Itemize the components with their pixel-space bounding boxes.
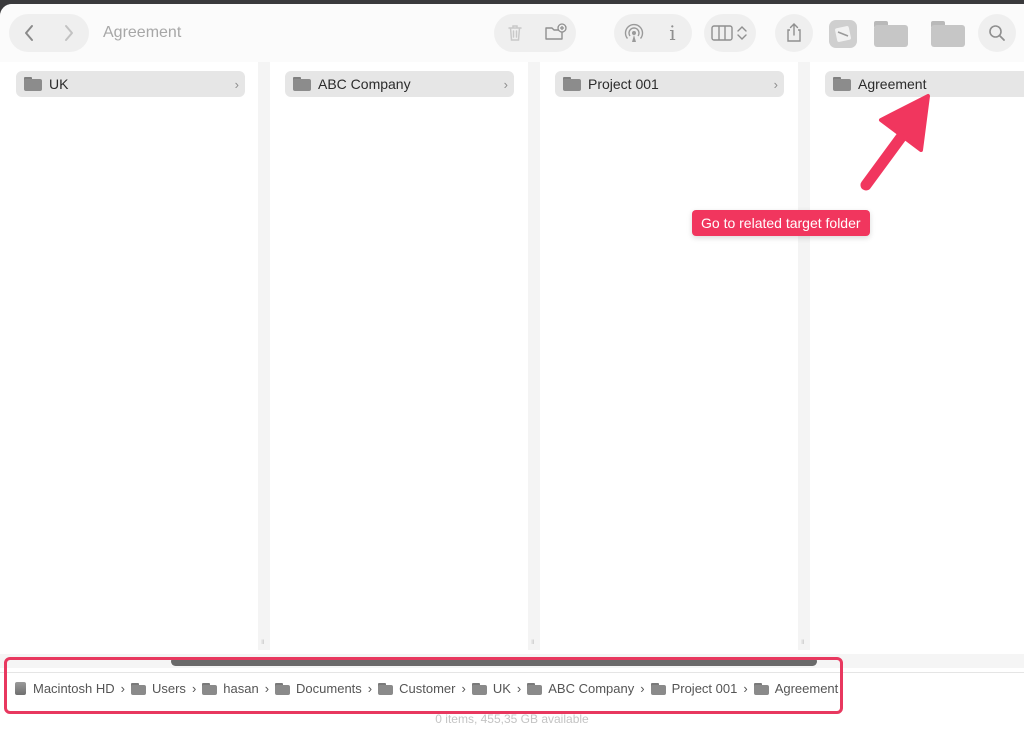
path-item-label: Customer: [399, 681, 456, 696]
toolbar: Agreement i: [0, 4, 1024, 62]
chevron-right-icon: [65, 25, 73, 41]
status-bar: 0 items, 455,35 GB available: [435, 712, 589, 726]
column-resize-handle[interactable]: ıı: [528, 62, 540, 650]
forward-button[interactable]: [53, 17, 85, 49]
folder-icon: [471, 682, 487, 695]
folder-icon: [650, 682, 666, 695]
file-actions: [494, 14, 576, 52]
path-separator: ›: [461, 681, 466, 696]
new-folder-button[interactable]: [540, 17, 572, 49]
path-separator: ›: [191, 681, 197, 696]
path-item-users[interactable]: Users: [130, 681, 186, 696]
folder-icon: [130, 682, 146, 695]
path-item-project-001[interactable]: Project 001: [650, 681, 738, 696]
path-item-label: Agreement: [774, 681, 839, 696]
folder-row-uk[interactable]: UK ›: [16, 71, 245, 97]
back-button[interactable]: [13, 17, 45, 49]
folder-icon: [833, 77, 851, 91]
folder-row-project-001[interactable]: Project 001 ›: [555, 71, 784, 97]
folder-icon: [293, 77, 311, 91]
chevron-right-icon: ›: [234, 76, 239, 92]
folder-icon: [24, 77, 42, 91]
new-folder-icon: [544, 23, 567, 40]
path-item-label: Macintosh HD: [33, 681, 115, 696]
column-3: [540, 62, 798, 650]
airdrop-icon: [624, 23, 643, 42]
folder-icon: [563, 77, 581, 91]
path-separator: ›: [120, 681, 125, 696]
view-mode-button[interactable]: [704, 14, 756, 52]
path-item-label: hasan: [223, 681, 259, 696]
path-item-macintosh-hd[interactable]: Macintosh HD: [15, 681, 115, 696]
info-button[interactable]: i: [657, 17, 689, 49]
hard-drive-icon: [15, 682, 26, 695]
path-separator: ›: [516, 681, 522, 696]
column-4: [810, 62, 1024, 650]
column-view-icon: [711, 25, 747, 41]
path-item-agreement[interactable]: Agreement: [753, 681, 839, 696]
folder-label: ABC Company: [318, 76, 411, 92]
path-item-label: Project 001: [671, 681, 738, 696]
chevron-right-icon: ›: [503, 76, 508, 92]
horizontal-scrollbar-thumb[interactable]: [171, 657, 817, 666]
info-icon: i: [669, 21, 676, 45]
app-icon: [829, 20, 857, 48]
folder-icon: [874, 21, 908, 47]
path-item-hasan[interactable]: hasan: [202, 681, 259, 696]
folder-label: UK: [49, 76, 69, 92]
path-separator: ›: [367, 681, 373, 696]
folder-row-agreement[interactable]: Agreement: [825, 71, 1024, 97]
folder-icon: [527, 682, 543, 695]
toolbar-folder-button-1[interactable]: [873, 16, 909, 52]
chevron-left-icon: [25, 25, 33, 41]
trash-button[interactable]: [499, 17, 531, 49]
nav-buttons: [9, 14, 89, 52]
share-button[interactable]: [775, 14, 813, 52]
annotation-callout: Go to related target folder: [692, 210, 870, 236]
path-item-abc-company[interactable]: ABC Company: [527, 681, 634, 696]
path-item-label: ABC Company: [548, 681, 635, 696]
folder-label: Agreement: [858, 76, 927, 92]
path-item-label: Documents: [296, 681, 362, 696]
folder-label: Project 001: [588, 76, 659, 92]
trash-icon: [507, 25, 522, 41]
chevron-right-icon: ›: [773, 76, 778, 92]
airdrop-button[interactable]: [618, 17, 650, 49]
search-icon: [989, 25, 1005, 41]
folder-row-abc-company[interactable]: ABC Company ›: [285, 71, 514, 97]
folder-icon: [753, 682, 769, 695]
share-info-group: i: [614, 14, 692, 52]
path-item-documents[interactable]: Documents: [275, 681, 362, 696]
column-1: [0, 62, 258, 650]
column-2: [270, 62, 528, 650]
column-resize-handle[interactable]: ıı: [258, 62, 270, 650]
column-resize-handle[interactable]: ıı: [798, 62, 810, 650]
folder-icon: [275, 682, 291, 695]
path-separator: ›: [743, 681, 748, 696]
path-item-uk[interactable]: UK: [471, 681, 511, 696]
window-title: Agreement: [103, 24, 182, 41]
path-separator: ›: [264, 681, 270, 696]
path-item-label: Users: [151, 681, 186, 696]
toolbar-folder-button-2[interactable]: [930, 16, 966, 52]
app-shortcut-button[interactable]: [828, 16, 858, 52]
path-item-label: UK: [492, 681, 511, 696]
folder-icon: [931, 21, 965, 47]
path-item-customer[interactable]: Customer: [378, 681, 456, 696]
folder-icon: [378, 682, 394, 695]
path-separator: ›: [640, 681, 645, 696]
share-icon: [787, 23, 801, 42]
search-button[interactable]: [978, 14, 1016, 52]
finder-window: Agreement i ıı ıı ıı UK › ABC Company › …: [0, 4, 1024, 730]
path-bar: Macintosh HD › Users › hasan › Documents…: [0, 672, 1024, 704]
folder-icon: [202, 682, 218, 695]
